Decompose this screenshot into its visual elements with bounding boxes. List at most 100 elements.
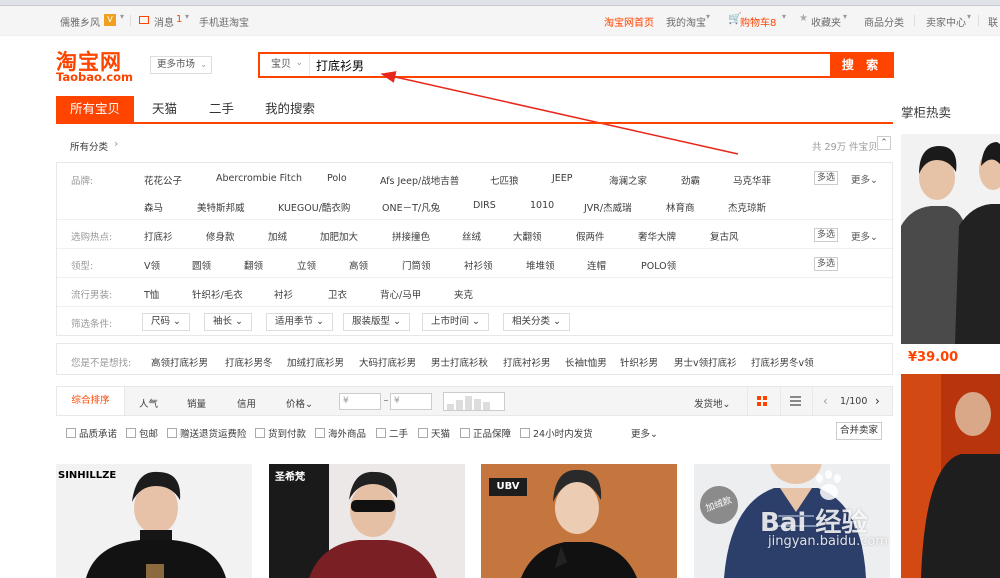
checkbox-return-insurance[interactable]: 赠送退货运费险 [167,426,247,440]
related-category-dropdown[interactable]: 相关分类 ⌄ [503,313,571,331]
filter-option[interactable]: POLO领 [641,258,676,272]
sleeve-dropdown[interactable]: 袖长 ⌄ [204,313,253,331]
filter-option[interactable]: 加绒 [268,229,287,243]
merge-seller-button[interactable]: 合并卖家 [836,422,882,440]
checks-more-button[interactable]: 更多⌄ [631,426,658,440]
sort-sales[interactable]: 销量 [187,396,206,410]
more-button[interactable]: 更多⌄ [851,229,878,243]
suggest-link[interactable]: 打底衬衫男 [503,355,551,369]
filter-option[interactable]: 高领 [349,258,368,272]
price-to-input[interactable]: ¥ [390,393,432,410]
prev-page-icon[interactable]: ‹ [823,394,828,408]
filter-option[interactable]: JVR/杰威瑞 [584,200,632,214]
filter-option[interactable]: 圆领 [192,258,211,272]
filter-option[interactable]: 打底衫 [144,229,173,243]
suggest-link[interactable]: 加绒打底衫男 [287,355,344,369]
multi-select-button[interactable]: 多选 [814,228,838,242]
hot-seller-product[interactable] [901,374,1000,578]
suggest-link[interactable]: 打底衫男冬v领 [751,355,814,369]
suggest-link[interactable]: 高领打底衫男 [151,355,208,369]
filter-option[interactable]: Abercrombie Fitch [216,173,302,184]
grid-view-icon[interactable] [757,396,768,407]
filter-option[interactable]: 立领 [297,258,316,272]
filter-option[interactable]: ONE－T/凡兔 [382,200,440,214]
suggest-link[interactable]: 男士v领打底衫 [674,355,737,369]
release-time-dropdown[interactable]: 上市时间 ⌄ [422,313,490,331]
product-card[interactable]: SINHILLZE [56,464,252,578]
filter-option[interactable]: 背心/马甲 [380,287,421,301]
filter-option[interactable]: 夹克 [454,287,473,301]
fit-dropdown[interactable]: 服装版型 ⌄ [343,313,411,331]
suggest-link[interactable]: 男士打底衫秋 [431,355,488,369]
filter-option[interactable]: JEEP [552,173,573,184]
suggest-link[interactable]: 打底衫男冬 [225,355,273,369]
price-range-histogram-icon[interactable] [443,392,505,411]
filter-option[interactable]: 修身款 [206,229,235,243]
user-link[interactable]: 儒雅乡风 [60,14,100,29]
filter-option[interactable]: 美特斯邦威 [197,200,245,214]
filter-option[interactable]: V领 [144,258,160,272]
list-view-icon[interactable] [790,396,801,406]
filter-option[interactable]: 堆堆领 [526,258,555,272]
filter-option[interactable]: T恤 [144,287,159,301]
all-categories-link[interactable]: 所有分类 [70,139,108,153]
ship-from-dropdown[interactable]: 发货地⌄ [694,396,730,410]
suggest-link[interactable]: 大码打底衫男 [359,355,416,369]
season-dropdown[interactable]: 适用季节 ⌄ [266,313,334,331]
filter-option[interactable]: 杰克琼斯 [728,200,766,214]
next-page-icon[interactable]: › [875,394,880,408]
checkbox-free-shipping[interactable]: 包邮 [126,426,158,440]
filter-option[interactable]: 林育商 [666,200,695,214]
favorites-link[interactable]: 收藏夹 [811,14,841,29]
filter-option[interactable]: 衬衫 [274,287,293,301]
taobao-logo-en[interactable]: Taobao.com [56,70,133,84]
filter-option[interactable]: 劲霸 [681,173,700,187]
search-scope-select[interactable]: 宝贝 ⌄ [260,54,310,76]
seller-center-link[interactable]: 卖家中心 [926,14,966,29]
my-taobao-link[interactable]: 我的淘宝 [666,14,706,29]
multi-select-button[interactable]: 多选 [814,171,838,185]
sort-popularity[interactable]: 人气 [139,396,158,410]
checkbox-secondhand[interactable]: 二手 [376,426,408,440]
filter-option[interactable]: 海澜之家 [609,173,647,187]
tab-tmall[interactable]: 天猫 [152,96,177,122]
filter-option[interactable]: 翻领 [244,258,263,272]
sort-default[interactable]: 综合排序 [57,387,125,415]
multi-select-button[interactable]: 多选 [814,257,838,271]
checkbox-cod[interactable]: 货到付款 [255,426,306,440]
filter-option[interactable]: Afs Jeep/战地吉普 [380,173,459,187]
filter-option[interactable]: 大翻领 [513,229,542,243]
hot-seller-product[interactable] [901,134,1000,344]
checkbox-quality[interactable]: 品质承诺 [66,426,117,440]
filter-option[interactable]: 门筒领 [402,258,431,272]
filter-option[interactable]: 森马 [144,200,163,214]
filter-option[interactable]: 衬衫领 [464,258,493,272]
filter-option[interactable]: 马克华菲 [733,173,771,187]
tab-secondhand[interactable]: 二手 [209,96,234,122]
suggest-link[interactable]: 针织衫男 [620,355,658,369]
collapse-button[interactable]: ⌃ [877,136,891,150]
filter-option[interactable]: 连帽 [587,258,606,272]
home-link[interactable]: 淘宝网首页 [604,14,654,29]
checkbox-genuine[interactable]: 正品保障 [460,426,511,440]
filter-option[interactable]: 针织衫/毛衣 [192,287,243,301]
contact-link[interactable]: 联 [988,14,998,29]
messages-link[interactable]: 消息 [154,14,174,29]
price-from-input[interactable]: ¥ [339,393,381,410]
more-button[interactable]: 更多⌄ [851,172,878,186]
filter-option[interactable]: KUEGOU/酷衣购 [278,200,350,214]
filter-option[interactable]: Polo [327,173,347,184]
product-card[interactable]: UBV [481,464,677,578]
checkbox-tmall[interactable]: 天猫 [418,426,450,440]
tab-my-searches[interactable]: 我的搜索 [265,96,315,122]
filter-option[interactable]: 花花公子 [144,173,182,187]
checkbox-24h-ship[interactable]: 24小时内发货 [520,426,593,440]
mobile-taobao-link[interactable]: 手机逛淘宝 [199,14,249,29]
filter-option[interactable]: 加肥加大 [320,229,358,243]
suggest-link[interactable]: 长袖t恤男 [565,355,607,369]
search-button[interactable]: 搜 索 [830,52,894,78]
filter-option[interactable]: 奢华大牌 [638,229,676,243]
filter-option[interactable]: 七匹狼 [490,173,519,187]
size-dropdown[interactable]: 尺码 ⌄ [142,313,191,331]
filter-option[interactable]: DIRS [473,200,496,211]
